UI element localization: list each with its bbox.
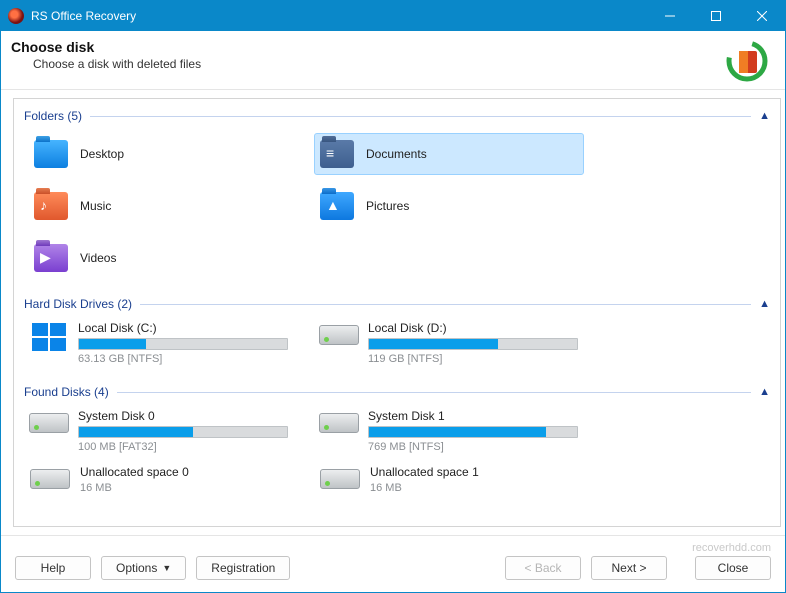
usage-bar xyxy=(78,338,288,350)
app-window: RS Office Recovery Choose disk Choose a … xyxy=(0,0,786,593)
folder-icon xyxy=(34,139,68,169)
collapse-icon[interactable]: ▲ xyxy=(759,386,770,398)
close-window-button[interactable] xyxy=(739,1,785,31)
folder-label: Pictures xyxy=(366,199,409,213)
hdd-icon xyxy=(320,469,360,489)
collapse-icon[interactable]: ▲ xyxy=(759,298,770,310)
hdd-grid: Local Disk (C:)63.13 GB [NTFS]Local Disk… xyxy=(14,315,780,375)
folder-label: Music xyxy=(80,199,111,213)
chevron-down-icon: ▼ xyxy=(162,563,171,573)
section-folders-title: Folders (5) xyxy=(24,109,82,123)
usage-bar xyxy=(368,338,578,350)
registration-button[interactable]: Registration xyxy=(196,556,290,580)
folder-item[interactable]: ♪ Music xyxy=(28,185,298,227)
disk-meta: 16 MB xyxy=(80,482,288,494)
collapse-icon[interactable]: ▲ xyxy=(759,110,770,122)
section-hdd-title: Hard Disk Drives (2) xyxy=(24,297,132,311)
usage-bar xyxy=(368,426,578,438)
hdd-icon xyxy=(30,469,70,489)
options-button[interactable]: Options▼ xyxy=(101,556,186,580)
hdd-icon xyxy=(29,413,69,433)
page-title: Choose disk xyxy=(11,39,201,55)
footer: recoverhdd.com Help Options▼ Registratio… xyxy=(1,535,785,592)
folders-grid: Desktop ≡ Documents ♪ Music ▲ Pictures ▶ Videos xyxy=(14,127,780,287)
disk-meta: 63.13 GB [NTFS] xyxy=(78,353,288,365)
hdd-icon xyxy=(319,325,359,345)
hdd-icon xyxy=(319,413,359,433)
folder-icon: ♪ xyxy=(34,191,68,221)
section-hdd[interactable]: Hard Disk Drives (2) ▲ xyxy=(14,287,780,315)
wizard-header: Choose disk Choose a disk with deleted f… xyxy=(1,31,785,90)
content-area: Folders (5) ▲ Desktop ≡ Documents ♪ Music ▲ Pi… xyxy=(1,90,785,535)
folder-icon: ≡ xyxy=(320,139,354,169)
folder-item[interactable]: ≡ Documents xyxy=(314,133,584,175)
app-icon xyxy=(8,8,24,24)
disk-name: Unallocated space 0 xyxy=(80,465,288,479)
disk-meta: 119 GB [NTFS] xyxy=(368,353,578,365)
disk-name: Unallocated space 1 xyxy=(370,465,578,479)
disk-item[interactable]: System Disk 0 100 MB [FAT32] xyxy=(28,409,308,453)
folder-item[interactable]: ▶ Videos xyxy=(28,237,298,279)
page-subtitle: Choose a disk with deleted files xyxy=(33,57,201,71)
section-folders[interactable]: Folders (5) ▲ xyxy=(14,99,780,127)
folder-label: Videos xyxy=(80,251,116,265)
maximize-button[interactable] xyxy=(693,1,739,31)
disk-name: System Disk 0 xyxy=(78,409,288,423)
disk-item[interactable]: Unallocated space 0 16 MB xyxy=(28,465,308,505)
disk-meta: 16 MB xyxy=(370,482,578,494)
brand-logo xyxy=(725,39,769,83)
folder-label: Documents xyxy=(366,147,427,161)
windows-icon xyxy=(32,323,66,351)
folder-item[interactable]: ▲ Pictures xyxy=(314,185,584,227)
folder-item[interactable]: Desktop xyxy=(28,133,298,175)
titlebar[interactable]: RS Office Recovery xyxy=(1,1,785,31)
help-button[interactable]: Help xyxy=(15,556,91,580)
maximize-icon xyxy=(711,11,721,21)
next-button[interactable]: Next > xyxy=(591,556,667,580)
disk-item[interactable]: Unallocated space 1 16 MB xyxy=(318,465,598,505)
folder-label: Desktop xyxy=(80,147,124,161)
close-button[interactable]: Close xyxy=(695,556,771,580)
disk-name: System Disk 1 xyxy=(368,409,578,423)
disk-list-panel[interactable]: Folders (5) ▲ Desktop ≡ Documents ♪ Music ▲ Pi… xyxy=(13,98,781,527)
minimize-button[interactable] xyxy=(647,1,693,31)
disk-name: Local Disk (D:) xyxy=(368,321,578,335)
found-grid: System Disk 0 100 MB [FAT32] System Disk 1… xyxy=(14,403,780,515)
disk-item[interactable]: Local Disk (C:) 63.13 GB [NTFS] xyxy=(28,321,308,365)
disk-meta: 769 MB [NTFS] xyxy=(368,441,578,453)
minimize-icon xyxy=(665,11,675,21)
usage-bar xyxy=(78,426,288,438)
app-title: RS Office Recovery xyxy=(31,9,647,23)
close-icon xyxy=(757,11,767,21)
back-button: < Back xyxy=(505,556,581,580)
folder-icon: ▶ xyxy=(34,243,68,273)
section-found[interactable]: Found Disks (4) ▲ xyxy=(14,375,780,403)
watermark: recoverhdd.com xyxy=(15,542,771,554)
folder-icon: ▲ xyxy=(320,191,354,221)
disk-item[interactable]: Local Disk (D:) 119 GB [NTFS] xyxy=(318,321,598,365)
disk-item[interactable]: System Disk 1 769 MB [NTFS] xyxy=(318,409,598,453)
disk-name: Local Disk (C:) xyxy=(78,321,288,335)
section-found-title: Found Disks (4) xyxy=(24,385,109,399)
disk-meta: 100 MB [FAT32] xyxy=(78,441,288,453)
